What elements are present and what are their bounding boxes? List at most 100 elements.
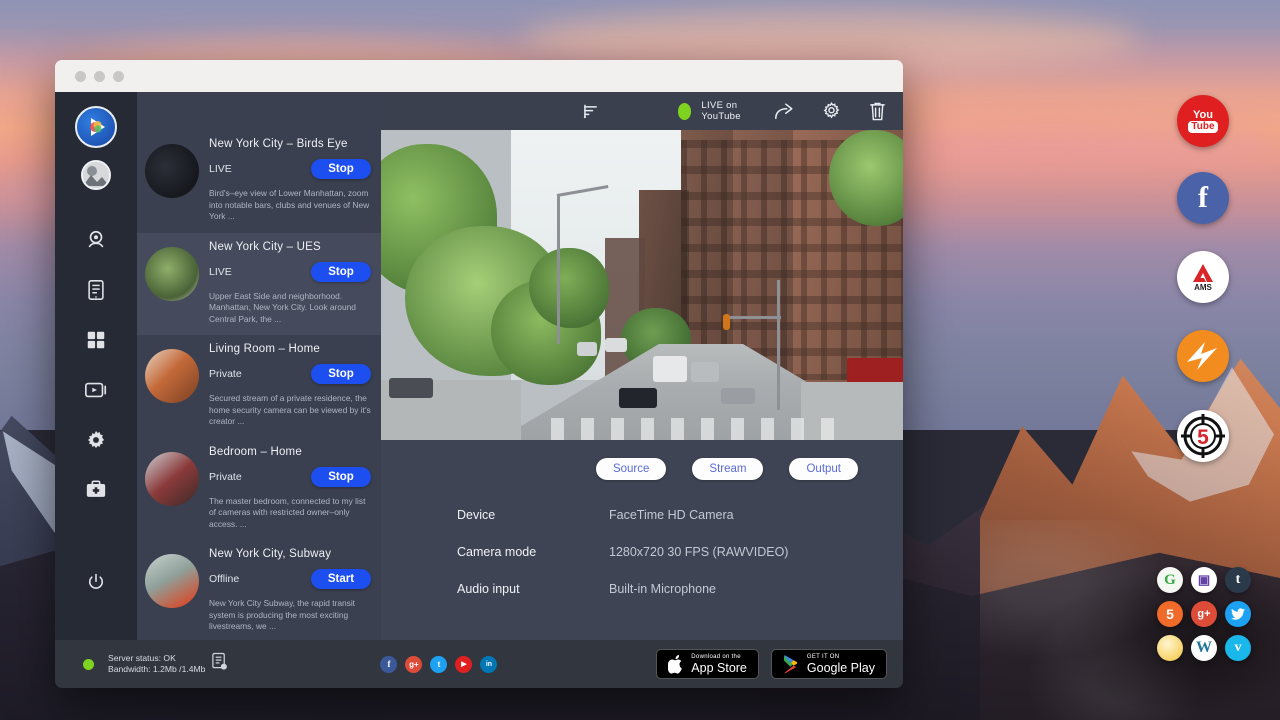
info-label: Device <box>457 508 609 522</box>
desktop-icon-wowza[interactable] <box>1177 330 1229 382</box>
desktop-icon-sun[interactable] <box>1157 635 1183 661</box>
app-logo[interactable] <box>75 106 117 148</box>
camera-title: Living Room – Home <box>209 343 371 355</box>
preview-tree <box>529 248 609 328</box>
camera-list-item[interactable]: New York City – UESLIVEStopUpper East Si… <box>137 233 381 336</box>
settings-button[interactable] <box>821 101 842 122</box>
camera-list-item[interactable]: New York City – Birds EyeLIVEStopBird's–… <box>137 130 381 233</box>
camera-thumbnail <box>145 554 199 608</box>
desktop-icon-vimeo[interactable]: v <box>1225 635 1251 661</box>
camera-status: LIVE <box>209 163 232 175</box>
google-play-badge[interactable]: GET IT ON Google Play <box>771 649 887 679</box>
camera-title: Bedroom – Home <box>209 446 371 458</box>
preview-car <box>721 388 755 404</box>
sidebar-item-logs[interactable] <box>76 270 116 310</box>
power-icon <box>86 572 106 592</box>
linkedin-glyph: in <box>486 661 492 668</box>
info-row-camera-mode: Camera mode 1280x720 30 FPS (RAWVIDEO) <box>457 545 903 559</box>
camera-list-item[interactable]: Bedroom – HomePrivateStopThe master bedr… <box>137 438 381 541</box>
desktop-icon-target-five[interactable]: 5 <box>1177 410 1229 462</box>
document-list-icon <box>86 279 106 301</box>
info-row-device: Device FaceTime HD Camera <box>457 508 903 522</box>
ams-label: AMS <box>1194 284 1212 292</box>
share-button[interactable] <box>773 101 795 121</box>
tab-bar: Source Stream Output <box>381 440 903 480</box>
sort-button[interactable] <box>583 104 600 119</box>
social-facebook[interactable]: f <box>380 656 397 673</box>
app-store-badge[interactable]: Download on the App Store <box>656 649 759 679</box>
grid-icon <box>85 329 107 351</box>
vimeo-glyph: v <box>1235 640 1242 656</box>
share-icon <box>773 101 795 121</box>
desktop-icon-twitter[interactable] <box>1225 601 1251 627</box>
info-value: 1280x720 30 FPS (RAWVIDEO) <box>609 545 788 559</box>
source-info-panel: Device FaceTime HD Camera Camera mode 12… <box>381 480 903 619</box>
camera-status: Offline <box>209 573 239 585</box>
camera-action-button[interactable]: Stop <box>311 159 371 179</box>
power-button[interactable] <box>76 562 116 602</box>
sidebar-item-cameras[interactable] <box>76 220 116 260</box>
desktop-icon-grubhub[interactable]: G <box>1157 567 1183 593</box>
user-avatar[interactable] <box>81 160 111 190</box>
sidebar-item-player[interactable] <box>76 370 116 410</box>
desktop-icon-twitch[interactable]: ▣ <box>1191 567 1217 593</box>
grubhub-glyph: G <box>1164 572 1176 589</box>
video-preview[interactable] <box>381 130 903 440</box>
social-linkedin[interactable]: in <box>480 656 497 673</box>
social-links: f g+ t ▶ in <box>380 656 497 673</box>
desktop-icon-tumblr[interactable]: t <box>1225 567 1251 593</box>
sidebar-item-dashboard[interactable] <box>76 320 116 360</box>
svg-text:i: i <box>224 664 225 669</box>
gear-icon <box>821 101 842 122</box>
social-google-plus[interactable]: g+ <box>405 656 422 673</box>
camera-title: New York City, Subway <box>209 548 371 560</box>
window-close-button[interactable] <box>75 71 86 82</box>
tab-source[interactable]: Source <box>596 458 666 480</box>
window-zoom-button[interactable] <box>113 71 124 82</box>
desktop-icon-google-plus[interactable]: g+ <box>1191 601 1217 627</box>
window-minimize-button[interactable] <box>94 71 105 82</box>
desktop-icon-adobe-ams[interactable]: AMS <box>1177 251 1229 303</box>
camera-thumbnail <box>145 452 199 506</box>
desktop-icon-youtube[interactable]: You Tube <box>1177 95 1229 147</box>
camera-action-button[interactable]: Stop <box>311 364 371 384</box>
google-play-label: Google Play <box>807 661 875 675</box>
camera-description: Bird's–eye view of Lower Manhattan, zoom… <box>209 188 371 223</box>
tab-stream[interactable]: Stream <box>692 458 763 480</box>
camera-description: New York City Subway, the rapid transit … <box>209 598 371 633</box>
preview-trafficlight-arm <box>727 316 781 319</box>
camera-description: The master bedroom, connected to my list… <box>209 496 371 531</box>
preview-truck <box>605 338 627 352</box>
desktop-icon-five[interactable]: 5 <box>1157 601 1183 627</box>
gear-icon <box>85 429 107 451</box>
preview-car <box>619 388 657 408</box>
app-window: New York City – Birds EyeLIVEStopBird's–… <box>55 60 903 688</box>
sidebar-item-support[interactable] <box>76 470 116 510</box>
sort-icon <box>583 104 600 119</box>
toolbar: LIVE on YouTube <box>381 92 903 130</box>
google-play-icon <box>783 655 800 674</box>
server-status-text: Server status: OK Bandwidth: 1.2Mb /1.4M… <box>108 653 205 676</box>
camera-description: Secured stream of a private residence, t… <box>209 393 371 428</box>
desktop-icon-facebook[interactable]: f <box>1177 172 1229 224</box>
preview-van <box>653 356 687 382</box>
youtube-glyph: ▶ <box>461 660 466 668</box>
live-status-indicator <box>678 103 691 120</box>
delete-button[interactable] <box>868 101 887 122</box>
camera-list-item[interactable]: New York City, Subway Offline Start New Yor… <box>137 540 381 643</box>
twitch-glyph: ▣ <box>1198 572 1210 588</box>
desktop-icon-wordpress[interactable]: W <box>1191 635 1217 661</box>
social-twitter[interactable]: t <box>430 656 447 673</box>
camera-action-button[interactable]: Start <box>311 569 371 589</box>
camera-action-button[interactable]: Stop <box>311 262 371 282</box>
tumblr-glyph: t <box>1236 572 1241 588</box>
window-body: New York City – Birds EyeLIVEStopBird's–… <box>55 92 903 640</box>
tab-output[interactable]: Output <box>789 458 858 480</box>
social-youtube[interactable]: ▶ <box>455 656 472 673</box>
play-icon <box>83 114 109 140</box>
document-info-button[interactable]: i <box>211 652 228 676</box>
camera-action-button[interactable]: Stop <box>311 467 371 487</box>
camera-list-item[interactable]: Living Room – HomePrivateStopSecured str… <box>137 335 381 438</box>
sidebar-item-settings[interactable] <box>76 420 116 460</box>
app-store-label: App Store <box>691 661 747 675</box>
